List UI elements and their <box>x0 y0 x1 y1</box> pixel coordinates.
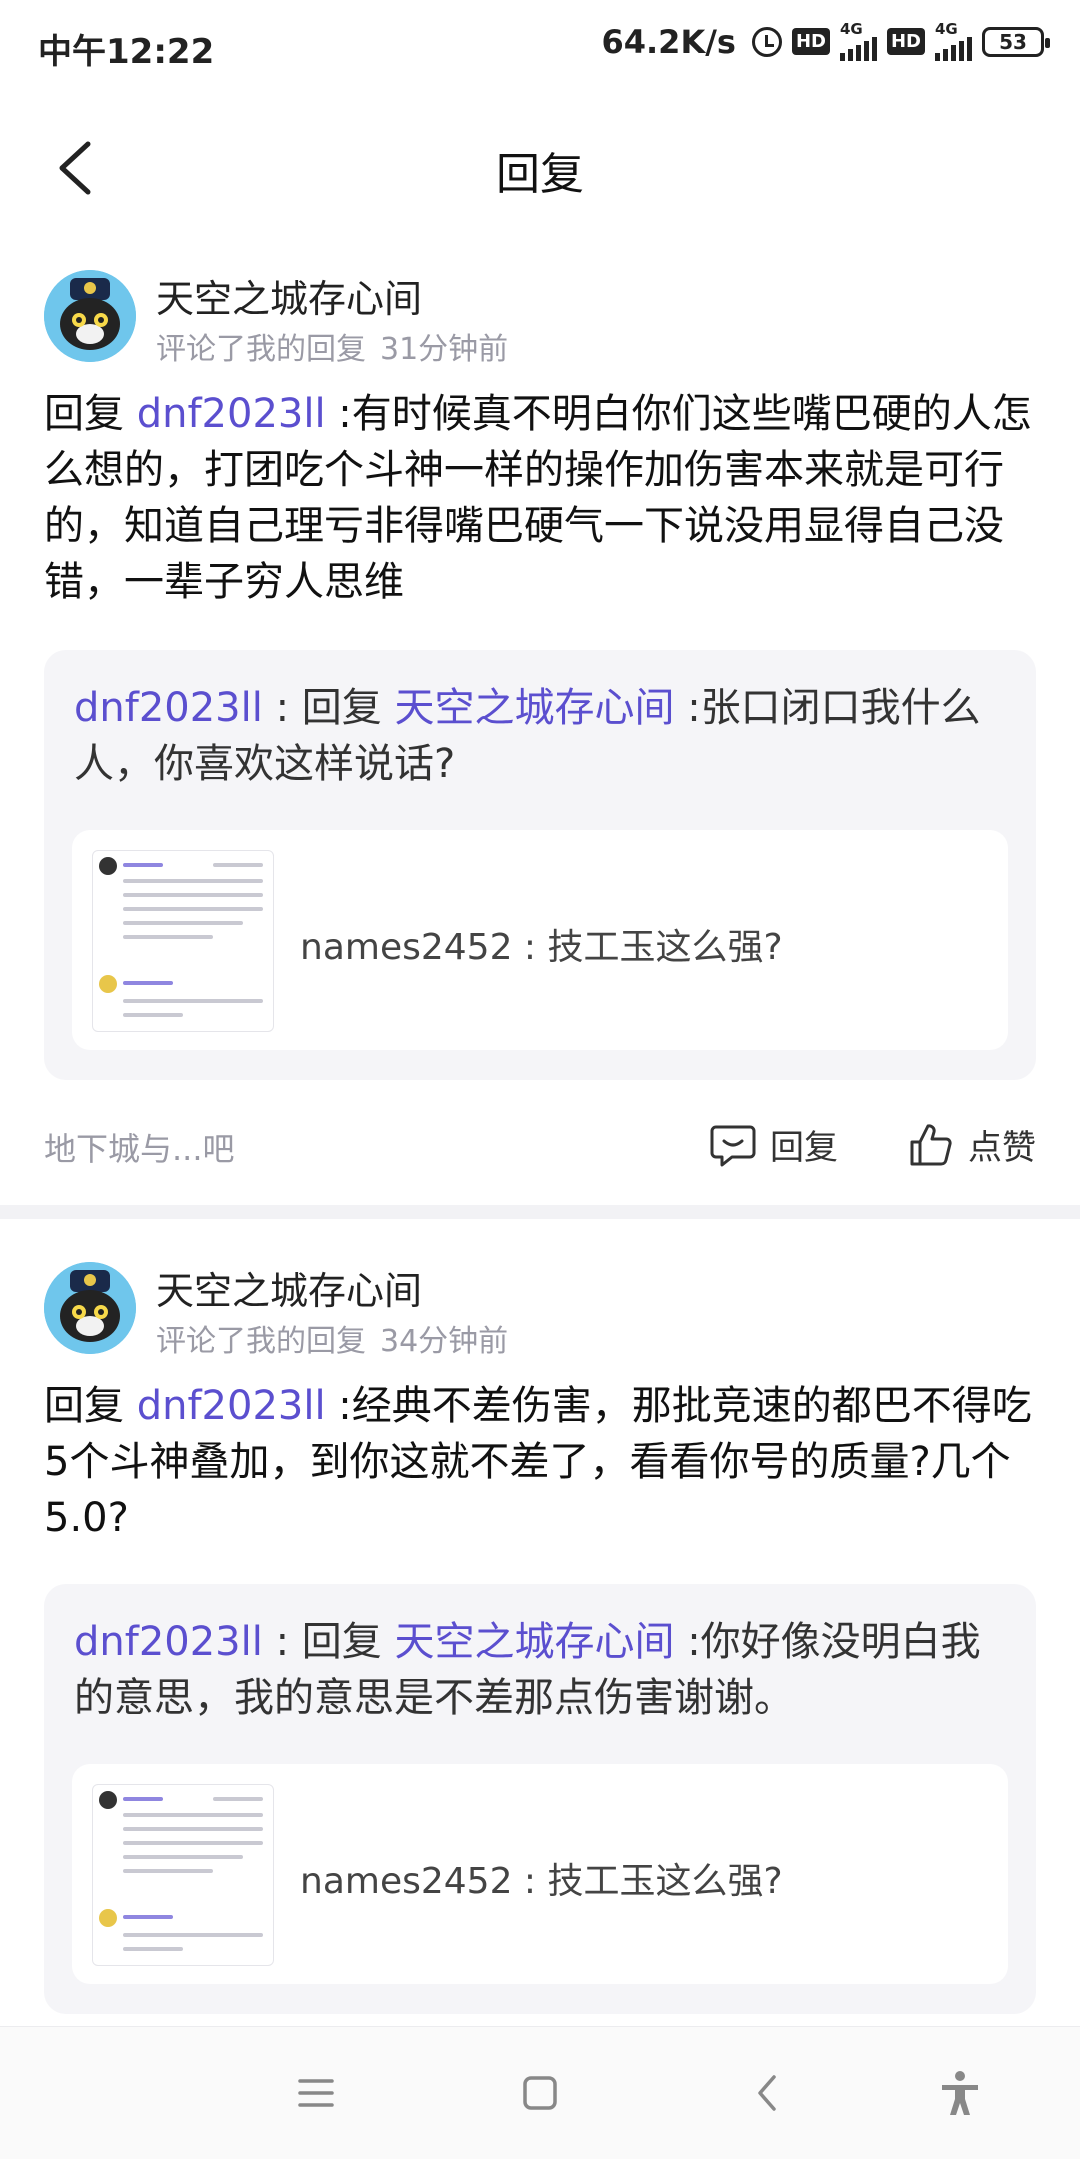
post-caption: names2452 : 技工玉这么强? <box>300 927 783 968</box>
hd-badge: HD <box>791 28 830 55</box>
username[interactable]: 天空之城存心间 <box>156 1260 422 1315</box>
comment-text[interactable]: 回复 dnf2023ll :有时候真不明白你们这些嘴巴硬的人怎么想的，打团吃个斗… <box>44 386 1044 610</box>
home-square-icon[interactable] <box>512 2065 568 2121</box>
post-thumbnail <box>92 1784 274 1966</box>
original-post-card[interactable]: names2452 : 技工玉这么强? <box>72 1764 1008 1984</box>
post-caption: names2452 : 技工玉这么强? <box>300 1861 783 1902</box>
status-icons: 64.2K/s HD 4G HD 4G 53 <box>601 22 1050 61</box>
accessibility-icon[interactable] <box>932 2065 988 2121</box>
quoted-text: dnf2023ll : 回复 天空之城存心间 :你好像没明白我的意思，我的意思是… <box>74 1614 1014 1726</box>
comment-text[interactable]: 回复 dnf2023ll :经典不差伤害，那批竞速的都巴不得吃5个斗神叠加，到你… <box>44 1378 1044 1546</box>
divider <box>0 1205 1080 1219</box>
reply-button[interactable]: 回复 <box>710 1120 838 1169</box>
quoted-text: dnf2023ll : 回复 天空之城存心间 :张口闭口我什么人，你喜欢这样说话… <box>74 680 1014 792</box>
avatar[interactable] <box>44 270 136 362</box>
comment-footer: 地下城与...吧 回复 点赞 <box>44 1116 1036 1176</box>
comment-card: 天空之城存心间 评论了我的回复 34分钟前 回复 dnf2023ll :经典不差伤… <box>0 1262 1080 2022</box>
signal-icon: 4G <box>935 22 972 61</box>
mention-link[interactable]: dnf2023ll <box>137 1383 326 1429</box>
quote-mention[interactable]: 天空之城存心间 <box>394 1619 674 1665</box>
quote-sep: : 回复 <box>262 1619 395 1665</box>
battery-icon: 53 <box>982 26 1050 57</box>
thumbs-up-icon <box>910 1123 952 1165</box>
quoted-reply[interactable]: dnf2023ll : 回复 天空之城存心间 :你好像没明白我的意思，我的意思是… <box>44 1584 1036 2014</box>
status-time: 中午12:22 <box>38 32 215 72</box>
comment-action: 评论了我的回复 <box>156 332 366 367</box>
like-button[interactable]: 点赞 <box>908 1120 1036 1169</box>
comment-meta: 评论了我的回复 31分钟前 <box>156 324 508 368</box>
comment-meta: 评论了我的回复 34分钟前 <box>156 1316 508 1360</box>
signal-icon: 4G <box>839 22 877 61</box>
original-post-card[interactable]: names2452 : 技工玉这么强? <box>72 830 1008 1050</box>
quote-sep: : 回复 <box>262 685 395 731</box>
like-label: 点赞 <box>968 1128 1036 1168</box>
status-bar: 中午12:22 64.2K/s HD 4G HD 4G 53 <box>0 0 1080 96</box>
reply-prefix: 回复 <box>44 1383 137 1429</box>
quote-mention[interactable]: 天空之城存心间 <box>394 685 674 731</box>
header: 回复 <box>0 110 1080 220</box>
reply-prefix: 回复 <box>44 391 137 437</box>
hd-badge: HD <box>886 28 925 55</box>
back-triangle-icon[interactable] <box>740 2065 796 2121</box>
timestamp: 34分钟前 <box>380 1324 509 1359</box>
post-thumbnail <box>92 850 274 1032</box>
system-nav-bar <box>0 2026 1080 2159</box>
timestamp: 31分钟前 <box>380 332 509 367</box>
network-speed: 64.2K/s <box>601 22 736 61</box>
page-title: 回复 <box>496 149 584 200</box>
mention-link[interactable]: dnf2023ll <box>137 391 326 437</box>
reply-label: 回复 <box>770 1128 838 1168</box>
avatar[interactable] <box>44 1262 136 1354</box>
quoted-reply[interactable]: dnf2023ll : 回复 天空之城存心间 :张口闭口我什么人，你喜欢这样说话… <box>44 650 1036 1080</box>
username[interactable]: 天空之城存心间 <box>156 268 422 323</box>
quote-author[interactable]: dnf2023ll <box>74 685 263 731</box>
comment-action: 评论了我的回复 <box>156 1324 366 1359</box>
menu-icon[interactable] <box>288 2065 344 2121</box>
alarm-icon <box>751 26 782 57</box>
quote-author[interactable]: dnf2023ll <box>74 1619 263 1665</box>
comment-icon <box>710 1125 756 1166</box>
forum-name[interactable]: 地下城与...吧 <box>44 1124 235 1170</box>
comment-card: 天空之城存心间 评论了我的回复 31分钟前 回复 dnf2023ll :有时候真不… <box>0 270 1080 1200</box>
